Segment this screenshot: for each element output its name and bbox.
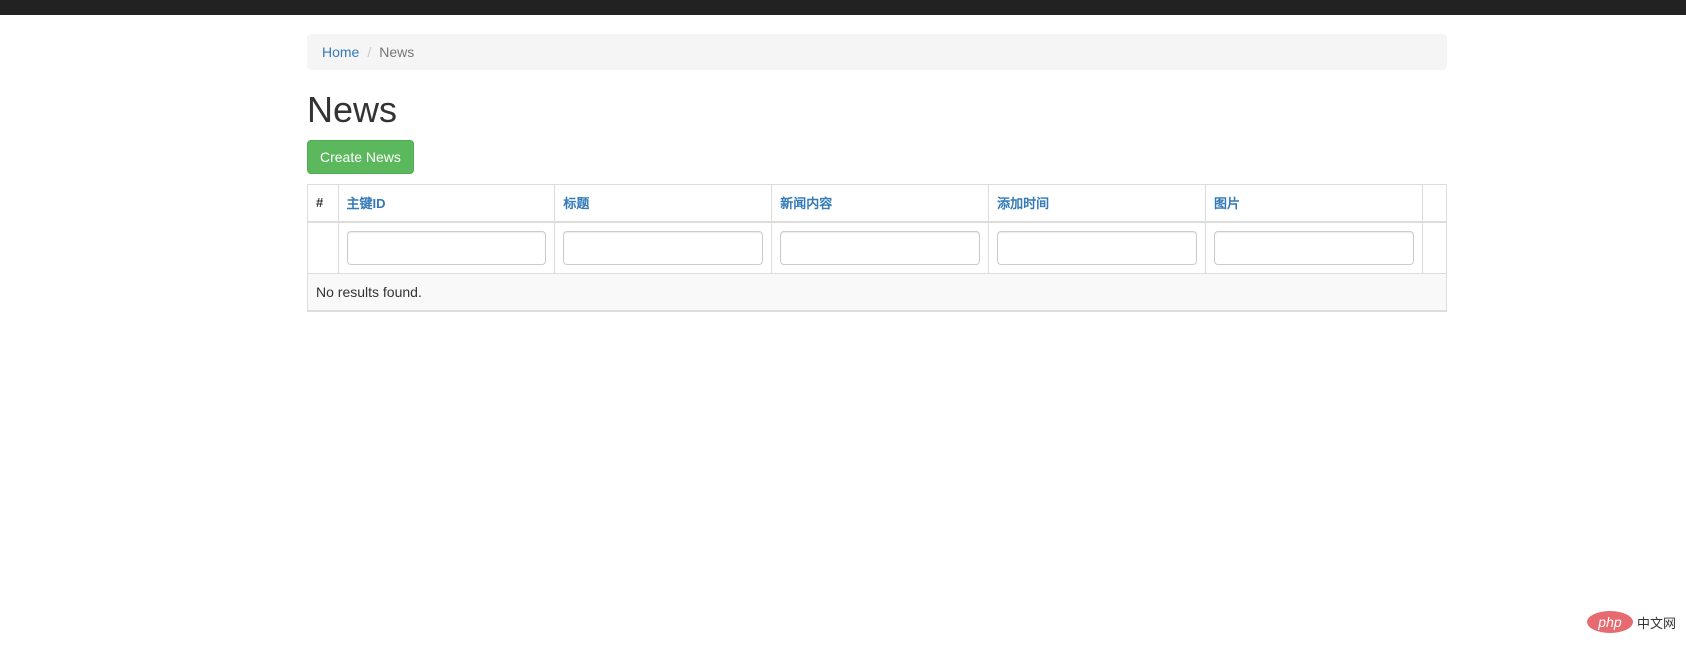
breadcrumb-separator: / [367,44,372,60]
breadcrumb-home-link[interactable]: Home [322,44,359,60]
table-row: No results found. [308,272,1446,311]
filter-input-title[interactable] [563,230,764,265]
php-logo-icon: php [1586,611,1633,633]
create-news-button[interactable]: Create News [307,139,414,174]
filter-cell-id [337,221,556,274]
filter-cell-added-time [988,221,1206,274]
sort-link-title[interactable]: 标题 [563,196,589,211]
empty-message: No results found. [308,272,1446,311]
sort-link-id[interactable]: 主键ID [347,196,386,211]
column-header-actions [1421,184,1446,223]
breadcrumb-current: News [379,44,415,60]
filter-input-content[interactable] [780,230,981,265]
column-header-image: 图片 [1204,184,1423,223]
news-table: # 主键ID 标题 新闻内容 添加时间 图片 No results found. [308,184,1446,311]
filter-cell-actions [1421,221,1446,274]
column-header-id: 主键ID [337,184,556,223]
column-header-serial: # [308,184,339,223]
filter-input-id[interactable] [346,230,547,265]
watermark-site-text: 中文网 [1636,615,1676,631]
filter-cell-title [554,221,773,274]
filter-input-image[interactable] [1213,230,1414,265]
column-header-added-time: 添加时间 [988,184,1206,223]
column-header-title: 标题 [554,184,773,223]
main-container: Home / News News Create News # 主键ID 标题 新… [307,34,1447,312]
filter-cell-content [771,221,990,274]
column-header-content: 新闻内容 [771,184,990,223]
sort-link-image[interactable]: 图片 [1214,196,1240,211]
breadcrumb: Home / News [307,34,1447,70]
page-title: News [307,89,398,130]
filter-cell-image [1204,221,1423,274]
filter-cell-serial [308,221,339,274]
filter-input-added-time[interactable] [997,230,1197,265]
table-header-row: # 主键ID 标题 新闻内容 添加时间 图片 [308,184,1446,223]
sort-link-content[interactable]: 新闻内容 [780,196,832,211]
table-filter-row [308,221,1446,274]
news-grid: # 主键ID 标题 新闻内容 添加时间 图片 No results found. [307,183,1447,312]
top-navbar [0,0,1686,15]
sort-link-added-time[interactable]: 添加时间 [997,196,1049,211]
site-watermark: php 中文网 [1586,611,1676,633]
